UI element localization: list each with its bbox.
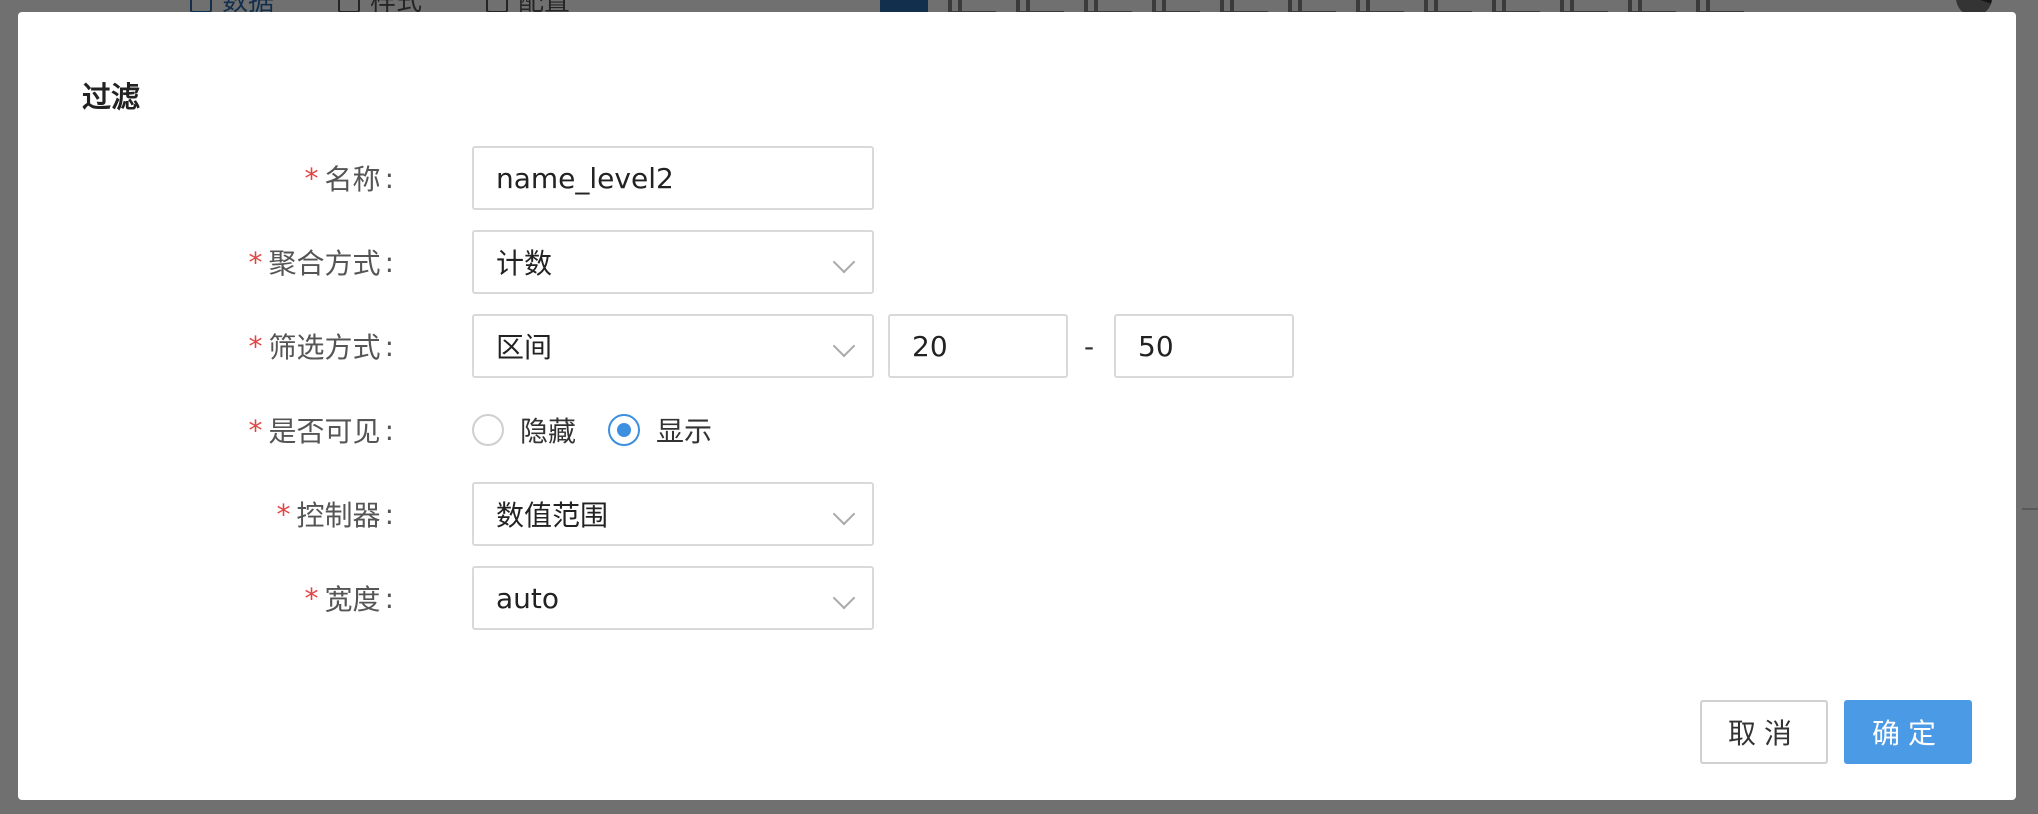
required-mark: * xyxy=(304,581,319,615)
confirm-button[interactable]: 确定 xyxy=(1844,700,1972,764)
aggregation-select[interactable]: 计数 xyxy=(472,230,874,294)
range-max-input[interactable]: 50 xyxy=(1114,314,1294,378)
filter-method-label: * 筛选方式: xyxy=(248,329,394,365)
required-mark: * xyxy=(248,413,263,447)
form-row-controller: * 控制器: 数值范围 xyxy=(18,482,2016,546)
form-row-filter-method: * 筛选方式: 区间 20 - 50 xyxy=(18,314,2016,378)
width-select[interactable]: auto xyxy=(472,566,874,630)
controller-label: * 控制器: xyxy=(276,497,394,533)
radio-show[interactable]: 显示 xyxy=(608,410,712,450)
range-separator: - xyxy=(1084,329,1095,363)
width-label: * 宽度: xyxy=(304,581,394,617)
controller-select[interactable]: 数值范围 xyxy=(472,482,874,546)
radio-button-checked[interactable] xyxy=(608,414,641,446)
form-row-width: * 宽度: auto xyxy=(18,566,2016,630)
name-label: * 名称: xyxy=(304,161,394,197)
chevron-down-icon xyxy=(832,334,856,358)
filter-method-select[interactable]: 区间 xyxy=(472,314,874,378)
required-mark: * xyxy=(248,245,263,279)
radio-button-unchecked[interactable] xyxy=(472,414,504,446)
filter-dialog: 过滤 * 名称: name_level2 * 聚合方式: 计数 * 筛选方式: … xyxy=(18,12,2016,800)
form-row-aggregation: * 聚合方式: 计数 xyxy=(18,230,2016,294)
required-mark: * xyxy=(276,497,291,531)
chevron-down-icon xyxy=(832,250,856,274)
radio-hide[interactable]: 隐藏 xyxy=(472,410,576,450)
form-row-name: * 名称: name_level2 xyxy=(18,146,2016,210)
chevron-down-icon xyxy=(832,586,856,610)
required-mark: * xyxy=(248,329,263,363)
range-min-input[interactable]: 20 xyxy=(888,314,1068,378)
aggregation-label: * 聚合方式: xyxy=(248,245,394,281)
visibility-radio-group: 隐藏 显示 xyxy=(472,398,744,462)
required-mark: * xyxy=(304,161,319,195)
form-row-visibility: * 是否可见: 隐藏 显示 xyxy=(18,398,2016,462)
chevron-down-icon xyxy=(832,502,856,526)
dialog-title: 过滤 xyxy=(82,80,141,114)
visibility-label: * 是否可见: xyxy=(248,413,394,449)
name-input[interactable]: name_level2 xyxy=(472,146,874,210)
cancel-button[interactable]: 取消 xyxy=(1700,700,1828,764)
